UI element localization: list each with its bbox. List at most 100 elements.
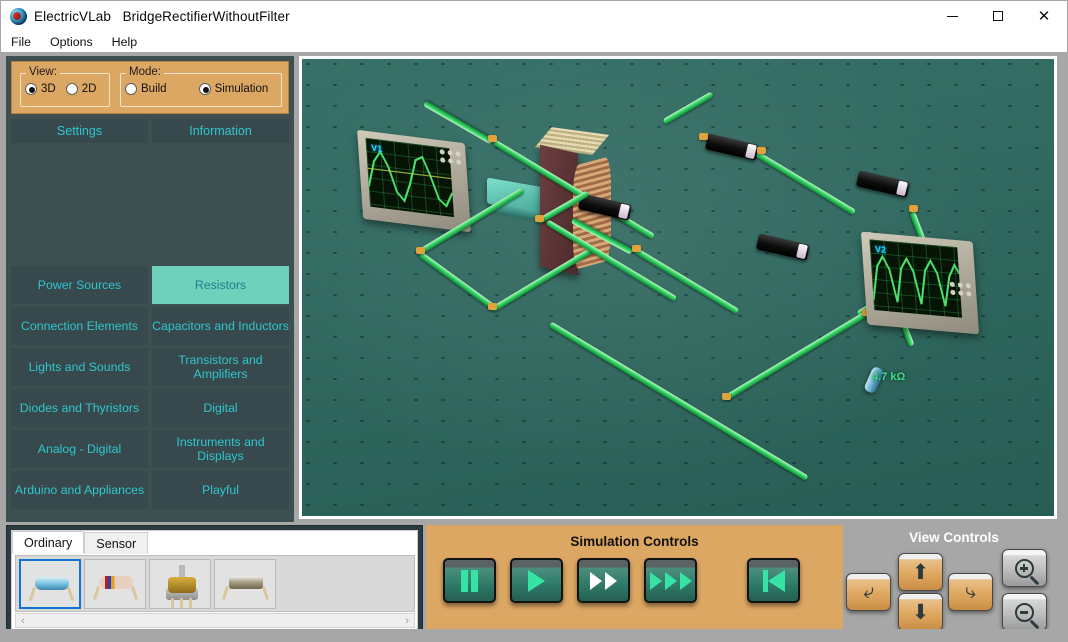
arrow-down-icon: ⬇ bbox=[912, 602, 930, 623]
junction-node bbox=[632, 245, 641, 252]
pause-icon bbox=[461, 570, 478, 592]
menu-item-file[interactable]: File bbox=[11, 35, 31, 49]
category-row: Lights and Sounds Transistors and Amplif… bbox=[11, 348, 289, 386]
sidebar: View: 3D 2D Mode: Build Simulation bbox=[6, 56, 294, 522]
radio-3d[interactable] bbox=[25, 83, 37, 95]
simulation-controls-title: Simulation Controls bbox=[426, 534, 843, 549]
junction-node bbox=[535, 215, 544, 222]
lead bbox=[67, 587, 74, 601]
category-arduino-appliances[interactable]: Arduino and Appliances bbox=[11, 471, 148, 509]
oscilloscope-1-channel-label: V1 bbox=[371, 143, 383, 154]
mode-radio-row: Build Simulation bbox=[125, 83, 274, 95]
load-resistor-label: 4.7 kΩ bbox=[872, 371, 905, 383]
pan-up-button[interactable]: ⬆ bbox=[898, 553, 943, 591]
category-transistors-amplifiers[interactable]: Transistors and Amplifiers bbox=[152, 348, 289, 386]
fast-forward-icon bbox=[590, 572, 617, 590]
play-button[interactable] bbox=[510, 558, 563, 603]
simulation-controls-row bbox=[426, 558, 843, 603]
skip-back-icon bbox=[763, 570, 785, 592]
radio-2d[interactable] bbox=[66, 83, 78, 95]
scroll-right-icon[interactable]: › bbox=[405, 615, 409, 627]
window-buttons: ✕ bbox=[929, 1, 1067, 31]
menu-item-options[interactable]: Options bbox=[50, 35, 93, 49]
part-thumb-fixed-resistor[interactable] bbox=[19, 559, 81, 609]
category-instruments-displays[interactable]: Instruments and Displays bbox=[152, 430, 289, 468]
junction-node bbox=[757, 147, 766, 154]
maximize-icon bbox=[993, 11, 1003, 21]
category-connection-elements[interactable]: Connection Elements bbox=[11, 307, 148, 345]
junction-node bbox=[488, 135, 497, 142]
part-thumb-potentiometer[interactable] bbox=[149, 559, 211, 609]
category-row: Arduino and Appliances Playful bbox=[11, 471, 289, 509]
window-title: ElectricVLab BridgeRectifierWithoutFilte… bbox=[34, 9, 290, 24]
view-radio-row: 3D 2D bbox=[25, 83, 102, 95]
zoom-in-button[interactable] bbox=[1002, 549, 1047, 587]
rotate-left-button[interactable]: ⤷ bbox=[846, 573, 891, 611]
category-capacitors-inductors[interactable]: Capacitors and Inductors bbox=[152, 307, 289, 345]
oscilloscope-2[interactable]: V2 bbox=[861, 232, 979, 335]
oscilloscope-1[interactable]: V1 bbox=[357, 130, 471, 232]
category-lights-sounds[interactable]: Lights and Sounds bbox=[11, 348, 148, 386]
view-mode-panel: View: 3D 2D Mode: Build Simulation bbox=[11, 61, 289, 114]
parts-thumbnail-strip bbox=[15, 555, 415, 612]
minimize-button[interactable] bbox=[929, 1, 975, 31]
magnifier-plus-icon bbox=[1015, 559, 1034, 578]
view-controls-title: View Controls bbox=[846, 530, 1062, 545]
part-thumb-color-band-resistor[interactable] bbox=[84, 559, 146, 609]
junction-node bbox=[909, 205, 918, 212]
settings-button[interactable]: Settings bbox=[11, 119, 148, 143]
category-digital[interactable]: Digital bbox=[152, 389, 289, 427]
radio-simulation[interactable] bbox=[199, 83, 211, 95]
radio-2d-label: 2D bbox=[82, 83, 97, 95]
rotate-right-button[interactable]: ⤷ bbox=[948, 573, 993, 611]
category-grid: Power Sources Resistors Connection Eleme… bbox=[11, 266, 289, 512]
tab-sensor[interactable]: Sensor bbox=[84, 532, 148, 554]
menu-item-help[interactable]: Help bbox=[112, 35, 137, 49]
category-power-sources[interactable]: Power Sources bbox=[11, 266, 148, 304]
information-button[interactable]: Information bbox=[152, 119, 289, 143]
radio-3d-label: 3D bbox=[41, 83, 56, 95]
part-thumb-wirewound-resistor[interactable] bbox=[214, 559, 276, 609]
radio-build[interactable] bbox=[125, 83, 137, 95]
parts-panel: Ordinary Sensor bbox=[6, 525, 423, 636]
resistor-body bbox=[35, 577, 69, 590]
category-diodes-thyristors[interactable]: Diodes and Thyristors bbox=[11, 389, 148, 427]
lead bbox=[131, 586, 138, 600]
rotate-right-icon: ⤷ bbox=[964, 581, 978, 602]
very-fast-forward-button[interactable] bbox=[644, 558, 697, 603]
category-resistors[interactable]: Resistors bbox=[152, 266, 289, 304]
category-row: Analog - Digital Instruments and Display… bbox=[11, 430, 289, 468]
pause-button[interactable] bbox=[443, 558, 496, 603]
junction-node bbox=[416, 247, 425, 254]
magnifier-minus-icon bbox=[1015, 603, 1034, 622]
mode-group: Mode: Build Simulation bbox=[120, 73, 282, 107]
lead bbox=[180, 598, 183, 609]
lead bbox=[29, 587, 36, 601]
application-window: ElectricVLab BridgeRectifierWithoutFilte… bbox=[0, 0, 1068, 642]
junction-node bbox=[488, 303, 497, 310]
document-title: BridgeRectifierWithoutFilter bbox=[123, 9, 290, 24]
scroll-left-icon[interactable]: ‹ bbox=[21, 615, 25, 627]
close-button[interactable]: ✕ bbox=[1021, 1, 1067, 31]
potentiometer-body bbox=[168, 577, 196, 593]
category-row: Power Sources Resistors bbox=[11, 266, 289, 304]
radio-simulation-label: Simulation bbox=[215, 83, 269, 95]
junction-node bbox=[699, 133, 708, 140]
category-playful[interactable]: Playful bbox=[152, 471, 289, 509]
parts-scroller[interactable]: ‹ › bbox=[15, 613, 415, 628]
tab-ordinary[interactable]: Ordinary bbox=[12, 531, 84, 554]
close-icon: ✕ bbox=[1038, 9, 1051, 24]
maximize-button[interactable] bbox=[975, 1, 1021, 31]
zoom-out-button[interactable] bbox=[1002, 593, 1047, 631]
fast-forward-button[interactable] bbox=[577, 558, 630, 603]
lead bbox=[222, 586, 229, 600]
view-controls-panel: View Controls ⤷ ⬆ ⬇ ⤷ bbox=[846, 525, 1062, 636]
oscilloscope-1-knobs bbox=[439, 149, 461, 165]
3d-circuit-viewport[interactable]: V1 bbox=[299, 56, 1057, 519]
category-analog-digital[interactable]: Analog - Digital bbox=[11, 430, 148, 468]
triple-forward-icon bbox=[650, 572, 692, 590]
pan-down-button[interactable]: ⬇ bbox=[898, 593, 943, 631]
restart-button[interactable] bbox=[747, 558, 800, 603]
radio-build-label: Build bbox=[141, 83, 167, 95]
resistor-body bbox=[99, 576, 133, 589]
